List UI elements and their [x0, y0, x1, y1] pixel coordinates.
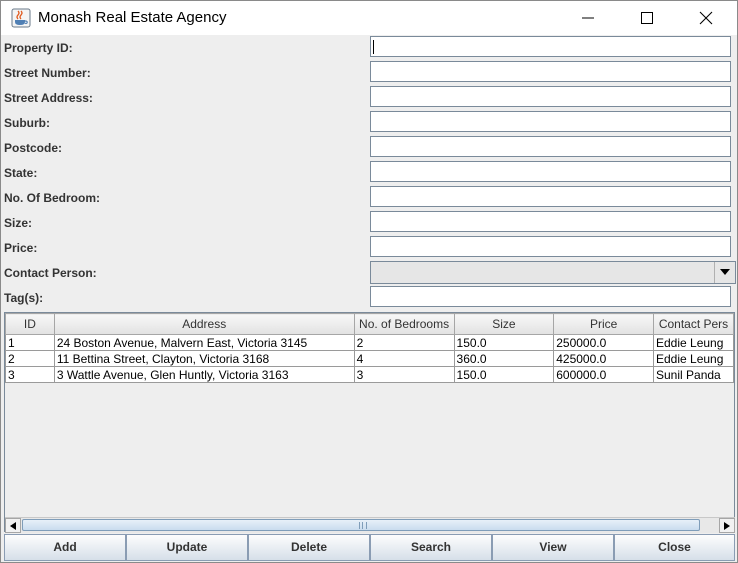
action-button-bar: Add Update Delete Search View Close [4, 534, 735, 561]
postcode-input[interactable] [370, 136, 731, 157]
cell-id: 1 [5, 334, 55, 351]
cell-bedrooms: 4 [353, 350, 455, 367]
cell-bedrooms: 3 [353, 366, 455, 383]
postcode-label: Postcode: [4, 141, 63, 155]
form-row-suburb: Suburb: [1, 110, 737, 135]
size-input[interactable] [370, 211, 731, 232]
column-header-price[interactable]: Price [553, 313, 654, 335]
arrow-left-icon [10, 522, 16, 530]
java-coffee-icon [11, 8, 31, 28]
price-input[interactable] [370, 236, 731, 257]
chevron-down-icon [720, 269, 730, 275]
search-button[interactable]: Search [370, 534, 492, 561]
app-window: Monash Real Estate Agency Property ID: S… [0, 0, 738, 563]
column-header-bedrooms[interactable]: No. of Bedrooms [353, 313, 455, 335]
property-id-label: Property ID: [4, 41, 73, 55]
suburb-input[interactable] [370, 111, 731, 132]
state-input[interactable] [370, 161, 731, 182]
size-label: Size: [4, 216, 33, 230]
cell-size: 360.0 [453, 350, 555, 367]
delete-button[interactable]: Delete [248, 534, 370, 561]
contact-person-label: Contact Person: [4, 266, 97, 280]
street-number-input[interactable] [370, 61, 731, 82]
dropdown-arrow-button[interactable] [714, 262, 735, 283]
column-header-size[interactable]: Size [453, 313, 555, 335]
table-row[interactable]: 3 3 Wattle Avenue, Glen Huntly, Victoria… [5, 366, 734, 383]
table-header-row: ID Address No. of Bedrooms Size Price Co… [5, 313, 734, 335]
update-button[interactable]: Update [126, 534, 248, 561]
cell-address: 3 Wattle Avenue, Glen Huntly, Victoria 3… [53, 366, 355, 383]
cell-price: 600000.0 [553, 366, 654, 383]
title-bar[interactable]: Monash Real Estate Agency [1, 1, 737, 35]
form-row-property-id: Property ID: [1, 35, 737, 60]
table-grid: ID Address No. of Bedrooms Size Price Co… [5, 313, 734, 383]
form-row-price: Price: [1, 235, 737, 260]
grip-icon [359, 522, 367, 529]
column-header-contact-person[interactable]: Contact Pers [653, 313, 734, 335]
column-header-id[interactable]: ID [5, 313, 55, 335]
maximize-icon [641, 12, 653, 24]
maximize-button[interactable] [618, 1, 676, 35]
cell-id: 3 [5, 366, 55, 383]
cell-bedrooms: 2 [353, 334, 455, 351]
tags-input[interactable] [370, 286, 731, 307]
bedrooms-input[interactable] [370, 186, 731, 207]
form-row-bedrooms: No. Of Bedroom: [1, 185, 737, 210]
form-row-tags: Tag(s): [1, 285, 737, 310]
cell-address: 11 Bettina Street, Clayton, Victoria 316… [53, 350, 355, 367]
property-id-input[interactable] [370, 36, 731, 57]
form-row-size: Size: [1, 210, 737, 235]
property-table[interactable]: ID Address No. of Bedrooms Size Price Co… [4, 312, 735, 532]
bedrooms-label: No. Of Bedroom: [4, 191, 100, 205]
cell-size: 150.0 [453, 334, 555, 351]
form-row-state: State: [1, 160, 737, 185]
street-address-input[interactable] [370, 86, 731, 107]
form-row-street-number: Street Number: [1, 60, 737, 85]
street-number-label: Street Number: [4, 66, 91, 80]
close-window-button[interactable] [677, 1, 735, 35]
text-caret [373, 40, 374, 54]
scroll-right-button[interactable] [719, 518, 735, 533]
cell-price: 425000.0 [553, 350, 654, 367]
tags-label: Tag(s): [4, 291, 44, 305]
street-address-label: Street Address: [4, 91, 93, 105]
minimize-button[interactable] [559, 1, 617, 35]
form-row-postcode: Postcode: [1, 135, 737, 160]
close-icon [699, 11, 713, 25]
cell-size: 150.0 [453, 366, 555, 383]
cell-contact-person: Eddie Leung [653, 350, 734, 367]
column-header-address[interactable]: Address [53, 313, 355, 335]
arrow-right-icon [724, 522, 730, 530]
view-button[interactable]: View [492, 534, 614, 561]
close-button[interactable]: Close [614, 534, 735, 561]
cell-address: 24 Boston Avenue, Malvern East, Victoria… [53, 334, 355, 351]
contact-person-dropdown[interactable] [370, 261, 736, 284]
form-row-contact-person: Contact Person: [1, 260, 737, 285]
state-label: State: [4, 166, 38, 180]
add-button[interactable]: Add [4, 534, 126, 561]
table-row[interactable]: 1 24 Boston Avenue, Malvern East, Victor… [5, 334, 734, 351]
cell-id: 2 [5, 350, 55, 367]
form-row-street-address: Street Address: [1, 85, 737, 110]
cell-price: 250000.0 [553, 334, 654, 351]
table-row[interactable]: 2 11 Bettina Street, Clayton, Victoria 3… [5, 350, 734, 367]
price-label: Price: [4, 241, 38, 255]
cell-contact-person: Eddie Leung [653, 334, 734, 351]
scroll-left-button[interactable] [5, 518, 21, 533]
minimize-icon [582, 17, 594, 19]
scrollbar-thumb[interactable] [22, 519, 700, 531]
cell-contact-person: Sunil Panda [653, 366, 734, 383]
horizontal-scrollbar[interactable] [5, 517, 735, 533]
suburb-label: Suburb: [4, 116, 50, 130]
window-title: Monash Real Estate Agency [38, 9, 227, 26]
